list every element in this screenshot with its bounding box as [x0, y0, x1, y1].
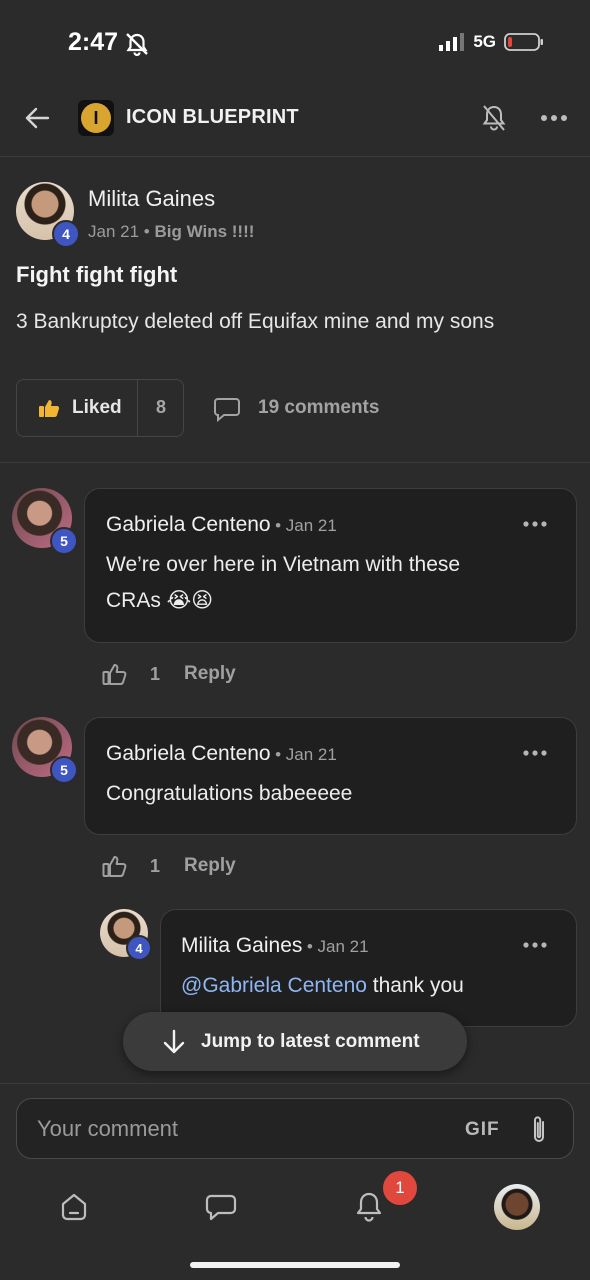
gif-button[interactable]: GIF: [465, 1119, 500, 1141]
notifications-icon[interactable]: [354, 1190, 384, 1224]
comment-author-name[interactable]: Gabriela Centeno: [106, 742, 271, 765]
meta-separator: •: [143, 222, 150, 241]
comment-text-line: CRAs 😭😫: [106, 589, 214, 612]
post-title: Fight fight fight: [16, 262, 178, 287]
group-logo[interactable]: I: [78, 100, 114, 136]
more-options-icon[interactable]: [540, 114, 568, 122]
reply-bubble: Milita Gaines • Jan 21 @Gabriela Centeno…: [160, 909, 577, 1027]
post-date: Jan 21: [88, 222, 140, 241]
comments-count[interactable]: 19 comments: [258, 397, 379, 419]
post-meta: Jan 21 • Big Wins !!!!: [88, 222, 254, 242]
comment-like-count: 1: [150, 856, 161, 876]
comment-text: We’re over here in Vietnam with these CR…: [106, 547, 460, 619]
thumbs-up-filled-icon: [39, 400, 60, 417]
paperclip-icon[interactable]: [529, 1113, 549, 1145]
notifications-off-icon[interactable]: [481, 104, 507, 132]
post-author-level-badge: 4: [52, 220, 80, 248]
thumbs-up-icon[interactable]: [102, 662, 128, 686]
comment-input[interactable]: Your comment GIF: [16, 1098, 574, 1159]
post-author-name[interactable]: Milita Gaines: [88, 186, 215, 212]
reply-button[interactable]: Reply: [184, 663, 236, 685]
mention-link[interactable]: @Gabriela Centeno: [181, 974, 367, 997]
logo-letter: I: [93, 107, 99, 128]
messages-icon[interactable]: [205, 1193, 237, 1221]
status-indicators: 5G: [439, 32, 544, 52]
reply-text: @Gabriela Centeno thank you: [181, 968, 464, 1004]
like-count[interactable]: 8: [156, 397, 166, 418]
battery-icon: [504, 33, 543, 51]
reply-button[interactable]: Reply: [184, 855, 236, 877]
post-category[interactable]: Big Wins !!!!: [154, 222, 254, 241]
comment-date: • Jan 21: [275, 516, 337, 535]
comment-date: • Jan 21: [275, 745, 337, 764]
like-divider: [137, 380, 138, 436]
liked-label: Liked: [72, 397, 122, 418]
bell-muted-icon: [126, 33, 148, 56]
comment-text: Congratulations babeeeee: [106, 782, 353, 805]
arrow-down-icon: [163, 1029, 185, 1053]
status-time: 2:47: [68, 28, 119, 56]
reply-text-body: thank you: [366, 974, 464, 997]
post-body: 3 Bankruptcy deleted off Equifax mine an…: [16, 310, 495, 333]
group-title[interactable]: ICON BLUEPRINT: [126, 106, 299, 129]
like-button[interactable]: Liked 8: [16, 379, 184, 437]
thumbs-up-icon[interactable]: [102, 854, 128, 878]
comment-like-count: 1: [150, 664, 161, 684]
comment-author-name[interactable]: Gabriela Centeno: [106, 513, 271, 536]
reply-date: • Jan 21: [306, 937, 369, 956]
comment-level-badge: 5: [50, 756, 78, 784]
network-label: 5G: [473, 32, 496, 51]
reply-more-icon[interactable]: [523, 942, 547, 948]
comment-header: Gabriela Centeno • Jan 21: [106, 513, 337, 537]
reply-header: Milita Gaines • Jan 21: [181, 934, 369, 958]
comment-icon[interactable]: [213, 397, 241, 423]
signal-icon: [439, 33, 465, 51]
comment-level-badge: 5: [50, 527, 78, 555]
comment-more-icon[interactable]: [523, 521, 547, 527]
home-icon[interactable]: [59, 1192, 89, 1222]
comment-placeholder: Your comment: [37, 1116, 179, 1141]
notification-count-badge: 1: [383, 1171, 417, 1205]
reply-author-name[interactable]: Milita Gaines: [181, 934, 302, 957]
header-divider: [0, 156, 590, 157]
composer-divider: [0, 1083, 590, 1084]
reply-level-badge: 4: [126, 935, 152, 961]
comment-more-icon[interactable]: [523, 750, 547, 756]
comment-bubble: Gabriela Centeno • Jan 21 We’re over her…: [84, 488, 577, 643]
home-indicator: [190, 1262, 400, 1268]
jump-to-latest-button[interactable]: Jump to latest comment: [123, 1012, 467, 1071]
jump-label: Jump to latest comment: [201, 1030, 420, 1052]
comment-text-line: We’re over here in Vietnam with these: [106, 553, 461, 576]
comment-bubble: Gabriela Centeno • Jan 21 Congratulation…: [84, 717, 577, 835]
profile-avatar[interactable]: [494, 1184, 540, 1230]
post-divider: [0, 462, 590, 463]
back-arrow-icon[interactable]: [24, 105, 50, 131]
comment-header: Gabriela Centeno • Jan 21: [106, 742, 337, 766]
